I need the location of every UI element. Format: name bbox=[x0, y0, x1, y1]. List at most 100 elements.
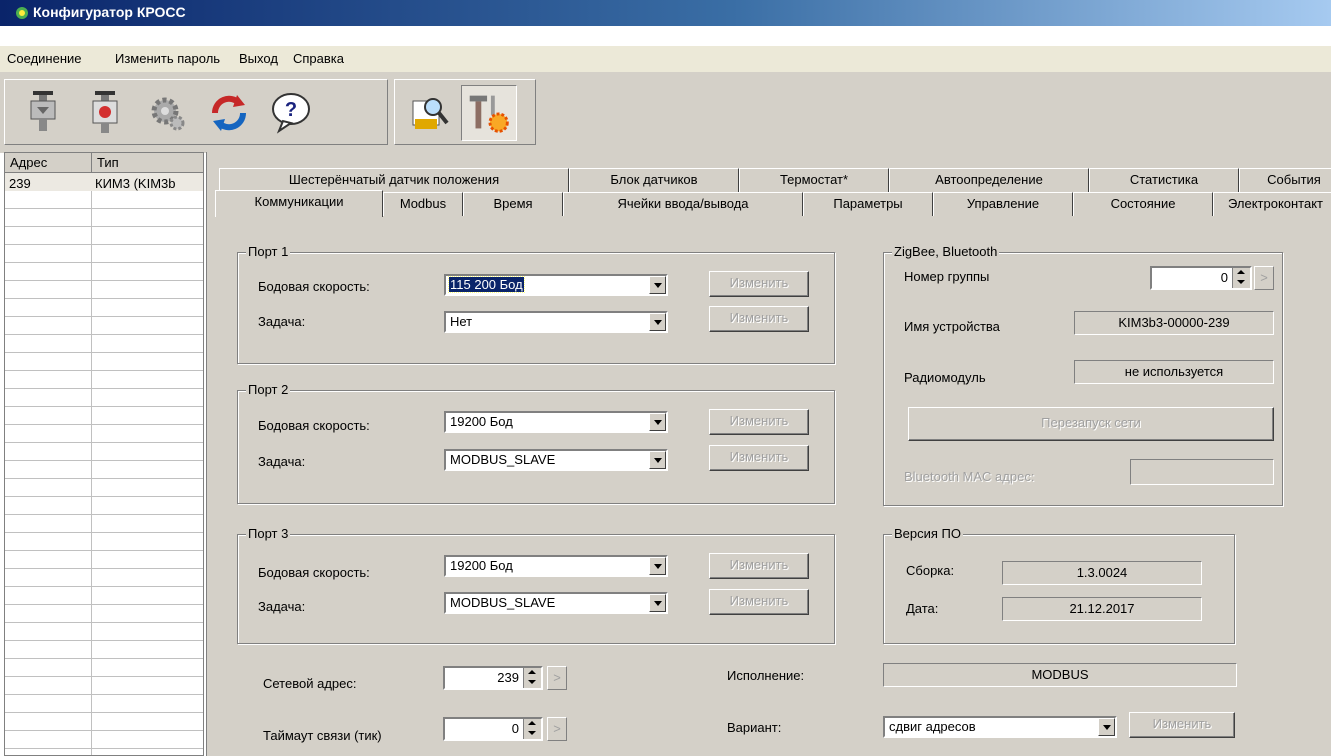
menu-exit[interactable]: Выход bbox=[239, 51, 278, 66]
timeout-apply-button[interactable]: > bbox=[547, 717, 567, 741]
tab-electrocontact[interactable]: Электроконтакт bbox=[1213, 192, 1331, 216]
help-button[interactable]: ? bbox=[263, 85, 319, 141]
window-title: Конфигуратор КРОСС bbox=[33, 4, 186, 20]
menu-help[interactable]: Справка bbox=[293, 51, 344, 66]
device-list: Адрес Тип 239 КИМ3 (KIM3b bbox=[4, 152, 204, 756]
port3-baud-select[interactable]: 19200 Бод bbox=[444, 555, 668, 577]
group-number-value: 0 bbox=[1220, 270, 1228, 285]
disconnect-button[interactable] bbox=[77, 85, 133, 141]
port2-title: Порт 2 bbox=[246, 382, 291, 397]
variant-value: сдвиг адресов bbox=[889, 719, 976, 734]
port1-task-change-button[interactable]: Изменить bbox=[709, 306, 809, 332]
port2-group: Порт 2 Бодовая скорость: 19200 Бод Измен… bbox=[237, 382, 835, 504]
search-device-button[interactable] bbox=[401, 85, 457, 141]
column-address[interactable]: Адрес bbox=[10, 155, 47, 170]
chevron-down-icon[interactable] bbox=[1098, 718, 1115, 736]
tab-autodetect[interactable]: Автоопределение bbox=[889, 168, 1089, 192]
toolbar-group-main: ? bbox=[4, 79, 388, 145]
restart-network-button[interactable]: Перезапуск сети bbox=[908, 407, 1274, 441]
help-icon: ? bbox=[272, 93, 310, 134]
variant-change-button[interactable]: Изменить bbox=[1129, 712, 1235, 738]
refresh-button[interactable] bbox=[201, 85, 257, 141]
port2-baud-select[interactable]: 19200 Бод bbox=[444, 411, 668, 433]
port2-task-value: MODBUS_SLAVE bbox=[450, 452, 556, 467]
chevron-down-icon[interactable] bbox=[649, 313, 666, 331]
tab-events[interactable]: События bbox=[1239, 168, 1331, 192]
column-separator[interactable] bbox=[91, 153, 92, 173]
radio-module-value: не используется bbox=[1074, 360, 1274, 384]
date-value: 21.12.2017 bbox=[1002, 597, 1202, 621]
port3-baud-change-button[interactable]: Изменить bbox=[709, 553, 809, 579]
port2-baud-label: Бодовая скорость: bbox=[258, 418, 370, 433]
variant-label: Вариант: bbox=[727, 720, 782, 735]
network-address-apply-button[interactable]: > bbox=[547, 666, 567, 690]
firmware-group: Версия ПО Сборка: 1.3.0024 Дата: 21.12.2… bbox=[883, 526, 1235, 644]
port3-baud-label: Бодовая скорость: bbox=[258, 565, 370, 580]
port2-baud-change-button[interactable]: Изменить bbox=[709, 409, 809, 435]
tab-modbus[interactable]: Modbus bbox=[383, 192, 463, 216]
tab-state[interactable]: Состояние bbox=[1073, 192, 1213, 216]
port1-baud-select[interactable]: 115 200 Бод bbox=[444, 274, 668, 296]
device-list-header: Адрес Тип bbox=[5, 153, 203, 173]
port3-task-label: Задача: bbox=[258, 599, 306, 614]
svg-text:?: ? bbox=[285, 99, 297, 121]
radio-module-label: Радиомодуль bbox=[904, 370, 986, 385]
chevron-down-icon[interactable] bbox=[649, 276, 666, 294]
chevron-down-icon[interactable] bbox=[649, 451, 666, 469]
port2-task-change-button[interactable]: Изменить bbox=[709, 445, 809, 471]
port1-title: Порт 1 bbox=[246, 244, 291, 259]
settings-button[interactable] bbox=[139, 85, 195, 141]
tab-io-cells[interactable]: Ячейки ввода/вывода bbox=[563, 192, 803, 216]
tab-sensor-block[interactable]: Блок датчиков bbox=[569, 168, 739, 192]
tab-statistics[interactable]: Статистика bbox=[1089, 168, 1239, 192]
port2-task-label: Задача: bbox=[258, 454, 306, 469]
port1-baud-value: 115 200 Бод bbox=[448, 276, 525, 293]
date-label: Дата: bbox=[906, 601, 939, 616]
group-number-spinner[interactable]: 0 bbox=[1150, 266, 1252, 290]
tools-button[interactable] bbox=[461, 85, 517, 141]
zigbee-group: ZigBee, Bluetooth Номер группы 0 > Имя у… bbox=[883, 244, 1283, 506]
tab-parameters[interactable]: Параметры bbox=[803, 192, 933, 216]
tab-control[interactable]: Управление bbox=[933, 192, 1073, 216]
connect-icon bbox=[30, 91, 56, 131]
build-label: Сборка: bbox=[906, 563, 955, 578]
tab-gear-sensor[interactable]: Шестерёнчатый датчик положения bbox=[219, 168, 569, 192]
timeout-spinner[interactable]: 0 bbox=[443, 717, 543, 741]
grid-column-line bbox=[91, 173, 92, 755]
group-number-apply-button[interactable]: > bbox=[1254, 266, 1274, 290]
port2-task-select[interactable]: MODBUS_SLAVE bbox=[444, 449, 668, 471]
menu-change-password[interactable]: Изменить пароль bbox=[115, 51, 220, 66]
bluetooth-mac-field bbox=[1130, 459, 1274, 485]
port2-baud-value: 19200 Бод bbox=[450, 414, 513, 429]
port1-baud-label: Бодовая скорость: bbox=[258, 279, 370, 294]
port1-task-select[interactable]: Нет bbox=[444, 311, 668, 333]
chevron-down-icon[interactable] bbox=[649, 413, 666, 431]
port3-baud-value: 19200 Бод bbox=[450, 558, 513, 573]
firmware-title: Версия ПО bbox=[892, 526, 963, 541]
column-type[interactable]: Тип bbox=[97, 155, 119, 170]
refresh-icon bbox=[211, 95, 247, 131]
port1-task-value: Нет bbox=[450, 314, 473, 329]
chevron-down-icon[interactable] bbox=[649, 594, 666, 612]
row-address: 239 bbox=[9, 176, 31, 191]
port3-task-change-button[interactable]: Изменить bbox=[709, 589, 809, 615]
toolbar-group-tools bbox=[394, 79, 536, 145]
tools-icon bbox=[469, 95, 509, 133]
execution-value: MODBUS bbox=[883, 663, 1237, 687]
tab-thermostat[interactable]: Термостат* bbox=[739, 168, 889, 192]
connect-button[interactable] bbox=[15, 85, 71, 141]
network-address-spinner[interactable]: 239 bbox=[443, 666, 543, 690]
spin-updown-icon[interactable] bbox=[523, 668, 541, 688]
tab-time[interactable]: Время bbox=[463, 192, 563, 216]
spin-updown-icon[interactable] bbox=[523, 719, 541, 739]
tab-communications[interactable]: Коммуникации bbox=[215, 190, 383, 217]
spin-updown-icon[interactable] bbox=[1232, 268, 1250, 288]
variant-select[interactable]: сдвиг адресов bbox=[883, 716, 1117, 738]
table-row[interactable]: 239 КИМ3 (KIM3b bbox=[5, 173, 203, 191]
network-address-label: Сетевой адрес: bbox=[263, 676, 357, 691]
chevron-down-icon[interactable] bbox=[649, 557, 666, 575]
port3-task-select[interactable]: MODBUS_SLAVE bbox=[444, 592, 668, 614]
menu-connection[interactable]: Соединение bbox=[7, 51, 82, 66]
title-bar: Конфигуратор КРОСС bbox=[0, 0, 1331, 26]
port1-baud-change-button[interactable]: Изменить bbox=[709, 271, 809, 297]
